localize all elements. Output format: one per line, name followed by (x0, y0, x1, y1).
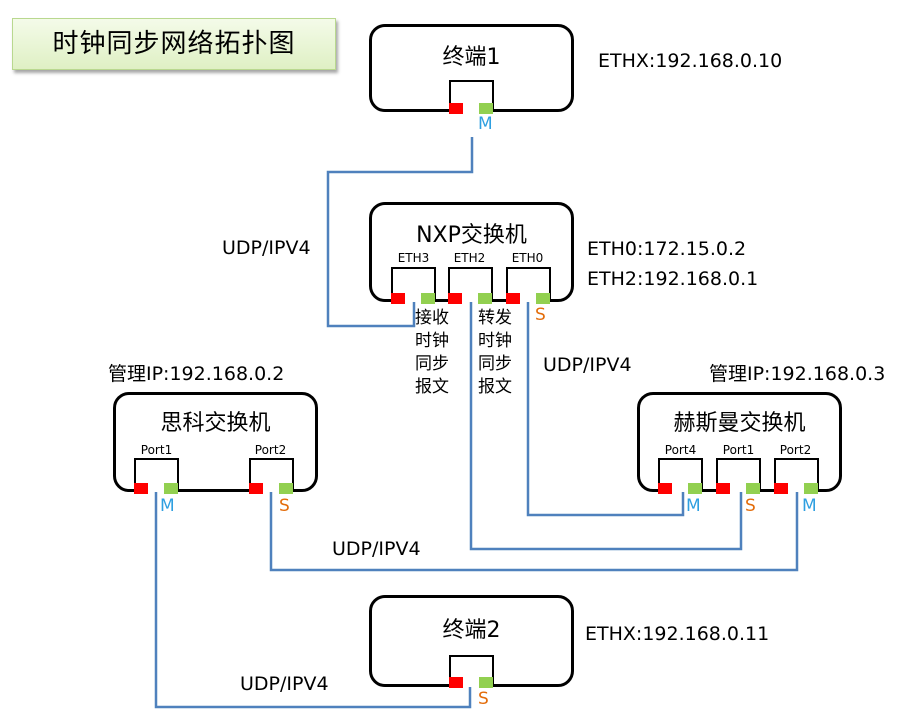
cisco-port2-green (279, 483, 293, 494)
hesman-port1-role: S (745, 496, 756, 516)
nxp-switch-name: NXP交换机 (416, 223, 527, 248)
forward-label-line2: 时钟 (478, 331, 512, 351)
hesman-port2-role: M (802, 496, 817, 516)
receive-label-line1: 接收 (415, 308, 449, 328)
nxp-ip-eth2: ETH2:192.168.0.1 (587, 268, 759, 290)
hesman-port4-label: Port4 (664, 443, 697, 457)
receive-sync-label: 接收 时钟 同步 报文 (412, 307, 452, 399)
hesman-port1-label: Port1 (722, 443, 755, 457)
nxp-eth2-red (448, 293, 462, 304)
cisco-port1-green (164, 483, 178, 494)
terminal2-port-green (479, 677, 493, 688)
cisco-port1-label: Port1 (140, 443, 173, 457)
hesman-port2-green (804, 483, 818, 494)
hesman-switch-name: 赫斯曼交换机 (673, 411, 806, 436)
cisco-mgmt-ip: 管理IP:192.168.0.2 (108, 363, 285, 385)
cisco-port2-label: Port2 (254, 443, 287, 457)
nxp-port-eth2-label: ETH2 (453, 251, 486, 265)
terminal2-name: 终端2 (442, 618, 501, 643)
nxp-port-eth0-label: ETH0 (511, 251, 544, 265)
cisco-port1-red (134, 483, 148, 494)
terminal1-name: 终端1 (442, 45, 501, 70)
cisco-port2-red (249, 483, 263, 494)
nxp-eth3-green (421, 293, 435, 304)
hesman-port4-green (688, 483, 702, 494)
terminal1-ip: ETHX:192.168.0.10 (598, 50, 783, 72)
nxp-port-eth3-label: ETH3 (397, 251, 430, 265)
hesman-port4-red (658, 483, 672, 494)
terminal2-ip: ETHX:192.168.0.11 (585, 623, 770, 645)
nxp-eth0-role-s: S (535, 305, 546, 325)
hesman-port2-label: Port2 (779, 443, 812, 457)
forward-label-line1: 转发 (478, 308, 512, 328)
nxp-eth3-red (391, 293, 405, 304)
terminal1-port-green (479, 103, 493, 114)
nxp-ip-eth0: ETH0:172.15.0.2 (587, 238, 747, 260)
cisco-port1-role: M (160, 496, 175, 516)
forward-label-line4: 报文 (478, 377, 512, 397)
nxp-eth2-green (478, 293, 492, 304)
terminal1-role-m: M (478, 114, 493, 134)
hesman-port2-red (774, 483, 788, 494)
nxp-eth0-red (506, 293, 520, 304)
hesman-port4-role: M (686, 496, 701, 516)
cisco-port2-role: S (279, 496, 290, 516)
terminal2-port-red (449, 677, 463, 688)
receive-label-line3: 同步 (415, 354, 449, 374)
udp-label-top: UDP/IPV4 (222, 237, 311, 259)
terminal1-port-red (449, 103, 463, 114)
cisco-switch-name: 思科交换机 (160, 411, 271, 436)
diagram-title: 时钟同步网络拓扑图 (12, 18, 336, 70)
hesman-mgmt-ip: 管理IP:192.168.0.3 (709, 363, 886, 385)
receive-label-line2: 时钟 (415, 331, 449, 351)
udp-label-bottom: UDP/IPV4 (240, 673, 329, 695)
nxp-eth0-green (536, 293, 550, 304)
receive-label-line4: 报文 (415, 377, 449, 397)
udp-label-low: UDP/IPV4 (332, 538, 421, 560)
forward-sync-label: 转发 时钟 同步 报文 (475, 307, 515, 399)
forward-label-line3: 同步 (478, 354, 512, 374)
udp-label-mid: UDP/IPV4 (543, 354, 632, 376)
hesman-port1-green (746, 483, 760, 494)
terminal2-role-s: S (478, 689, 489, 709)
hesman-port1-red (716, 483, 730, 494)
